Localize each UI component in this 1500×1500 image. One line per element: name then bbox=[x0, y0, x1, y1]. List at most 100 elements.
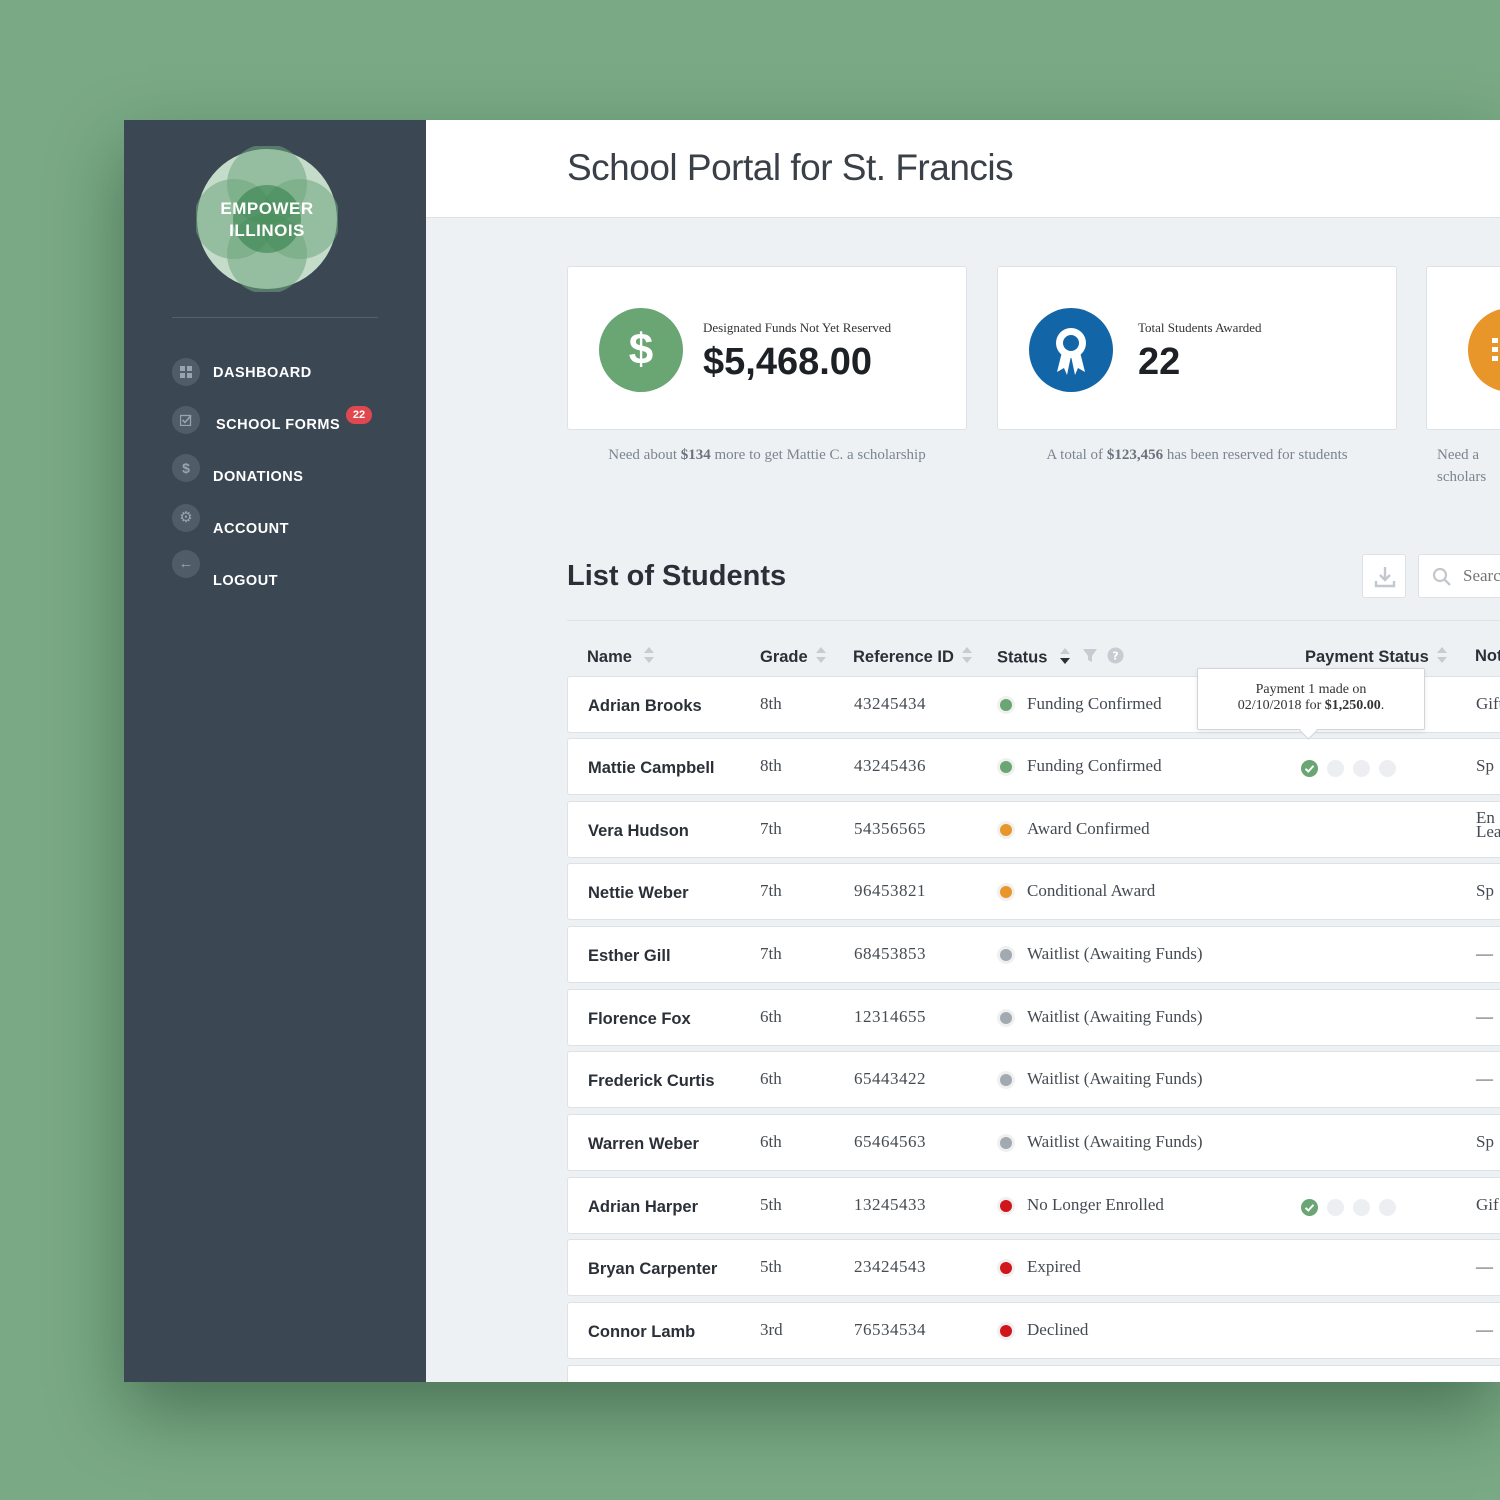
nav-item-account[interactable]: ⚙ ACCOUNT bbox=[172, 504, 412, 540]
student-status: Waitlist (Awaiting Funds) bbox=[1027, 944, 1203, 963]
student-status: Funding Confirmed bbox=[1027, 694, 1162, 713]
student-status: Funding Confirmed bbox=[1027, 756, 1162, 775]
status-dot-icon bbox=[1000, 1074, 1012, 1086]
school-forms-count-badge: 22 bbox=[346, 406, 372, 424]
student-grade: 7th bbox=[760, 944, 782, 963]
student-note: — bbox=[1476, 1320, 1493, 1339]
table-row[interactable]: Mattie Campbell 8th 43245436 Funding Confir… bbox=[567, 738, 1500, 795]
table-row[interactable]: Vera Hudson 7th 54356565 Award Confirmed En … bbox=[567, 801, 1500, 858]
svg-text:?: ? bbox=[1113, 650, 1119, 663]
sort-icon bbox=[643, 647, 654, 668]
status-dot-icon bbox=[1000, 1325, 1012, 1337]
student-reference-id: 68453853 bbox=[854, 944, 926, 963]
download-icon bbox=[1374, 567, 1396, 588]
sidebar: EMPOWER ILLINOIS DASHBOARD SCHOOL FORMS … bbox=[124, 120, 426, 1382]
table-row[interactable]: Warren Weber 6th 65464563 Waitlist (Awaitin… bbox=[567, 1114, 1500, 1171]
student-grade: 6th bbox=[760, 1132, 782, 1151]
payment-complete-check-icon[interactable] bbox=[1301, 1199, 1318, 1216]
column-header-name[interactable]: Name bbox=[587, 647, 654, 668]
table-row[interactable]: Nettie Weber 7th 96453821 Conditional Award… bbox=[567, 863, 1500, 920]
student-note: — bbox=[1476, 944, 1493, 963]
payment-pending-dot[interactable] bbox=[1379, 760, 1396, 777]
column-header-reference-id[interactable]: Reference ID bbox=[853, 647, 973, 668]
payment-pending-dot[interactable] bbox=[1327, 1199, 1344, 1216]
gear-icon: ⚙ bbox=[172, 504, 200, 532]
student-note: Sp bbox=[1476, 881, 1494, 900]
student-grade: 5th bbox=[760, 1195, 782, 1214]
student-name[interactable]: Florence Fox bbox=[588, 1010, 691, 1029]
student-grade: 8th bbox=[760, 756, 782, 775]
column-header-payment-status[interactable]: Payment Status bbox=[1305, 647, 1448, 668]
student-status: Waitlist (Awaiting Funds) bbox=[1027, 1132, 1203, 1151]
student-reference-id: 76534534 bbox=[854, 1320, 926, 1339]
main-content: School Portal for St. Francis $ Designat… bbox=[426, 120, 1500, 1382]
column-header-status[interactable]: Status ? bbox=[997, 647, 1124, 669]
student-note: — bbox=[1476, 1257, 1493, 1276]
arrow-left-icon: ← bbox=[172, 550, 200, 578]
student-name[interactable]: Bryan Carpenter bbox=[588, 1260, 717, 1279]
card-designated-funds: $ Designated Funds Not Yet Reserved $5,4… bbox=[567, 266, 967, 430]
student-grade: 7th bbox=[760, 881, 782, 900]
table-row[interactable]: Florence Fox 6th 12314655 Waitlist (Awaitin… bbox=[567, 989, 1500, 1046]
table-row[interactable]: Esther Gill 7th 68453853 Waitlist (Awaiting… bbox=[567, 926, 1500, 983]
student-grade: 3rd bbox=[760, 1320, 783, 1339]
student-name[interactable]: Mattie Campbell bbox=[588, 759, 715, 778]
column-header-notes[interactable]: Notes bbox=[1475, 647, 1500, 666]
status-dot-icon bbox=[1000, 949, 1012, 961]
nav-item-donations[interactable]: $ DONATIONS bbox=[172, 454, 412, 490]
table-row[interactable]: Bryan Carpenter 5th 23424543 Expired — bbox=[567, 1239, 1500, 1296]
nav-label-donations: DONATIONS bbox=[213, 469, 304, 485]
sidebar-divider bbox=[172, 317, 378, 318]
student-note: Sp bbox=[1476, 756, 1494, 775]
payment-pending-dot[interactable] bbox=[1353, 760, 1370, 777]
student-grade: 8th bbox=[760, 694, 782, 713]
student-reference-id: 96453821 bbox=[854, 881, 926, 900]
nav-item-school-forms[interactable]: SCHOOL FORMS 22 bbox=[172, 406, 412, 442]
table-row[interactable]: Adrian Harper 5th 13245433 No Longer Enroll… bbox=[567, 1177, 1500, 1234]
help-icon[interactable]: ? bbox=[1107, 647, 1124, 669]
search-icon bbox=[1432, 567, 1451, 586]
award-ribbon-icon bbox=[1029, 308, 1113, 392]
nav-item-dashboard[interactable]: DASHBOARD bbox=[172, 358, 412, 394]
payment-complete-check-icon[interactable] bbox=[1301, 760, 1318, 777]
status-dot-icon bbox=[1000, 1137, 1012, 1149]
student-note: — bbox=[1476, 1069, 1493, 1088]
logo-text: EMPOWER ILLINOIS bbox=[220, 199, 314, 240]
search-field[interactable] bbox=[1418, 554, 1500, 598]
table-row[interactable]: Frederick Curtis 6th 65443422 Waitlist (Awa… bbox=[567, 1051, 1500, 1108]
student-name[interactable]: Esther Gill bbox=[588, 947, 671, 966]
payment-pending-dot[interactable] bbox=[1327, 760, 1344, 777]
grid-icon bbox=[172, 358, 200, 386]
student-name[interactable]: Warren Weber bbox=[588, 1135, 699, 1154]
sort-icon bbox=[962, 647, 973, 668]
top-bar: School Portal for St. Francis bbox=[426, 120, 1500, 218]
student-grade: 6th bbox=[760, 1007, 782, 1026]
card-label: Designated Funds Not Yet Reserved bbox=[703, 320, 892, 335]
search-input[interactable] bbox=[1461, 565, 1500, 587]
download-button[interactable] bbox=[1362, 554, 1406, 598]
payment-pending-dot[interactable] bbox=[1379, 1199, 1396, 1216]
status-dot-icon bbox=[1000, 824, 1012, 836]
student-name[interactable]: Adrian Harper bbox=[588, 1198, 698, 1217]
empower-illinois-logo[interactable]: EMPOWER ILLINOIS bbox=[196, 146, 338, 292]
nav-label-account: ACCOUNT bbox=[213, 521, 289, 537]
table-row[interactable]: Connor Lamb 3rd 76534534 Declined — bbox=[567, 1302, 1500, 1359]
student-name[interactable]: Connor Lamb bbox=[588, 1323, 695, 1342]
student-name[interactable]: Adrian Brooks bbox=[588, 697, 702, 716]
status-dot-icon bbox=[1000, 886, 1012, 898]
student-status: Declined bbox=[1027, 1320, 1089, 1339]
column-header-grade[interactable]: Grade bbox=[760, 647, 827, 668]
card-note-third-metric: Need a scholars bbox=[1437, 447, 1487, 485]
status-dot-icon bbox=[1000, 1262, 1012, 1274]
student-name[interactable]: Vera Hudson bbox=[588, 822, 689, 841]
student-status: Conditional Award bbox=[1027, 881, 1156, 900]
table-row[interactable] bbox=[567, 1365, 1500, 1382]
student-name[interactable]: Frederick Curtis bbox=[588, 1072, 715, 1091]
student-note: Gift bbox=[1476, 694, 1500, 713]
student-name[interactable]: Nettie Weber bbox=[588, 884, 689, 903]
filter-icon[interactable] bbox=[1082, 648, 1097, 669]
card-value: 22 bbox=[1138, 341, 1181, 383]
payment-pending-dot[interactable] bbox=[1353, 1199, 1370, 1216]
card-students-awarded: Total Students Awarded 22 bbox=[997, 266, 1397, 430]
nav-item-logout[interactable]: ← LOGOUT bbox=[172, 550, 412, 589]
